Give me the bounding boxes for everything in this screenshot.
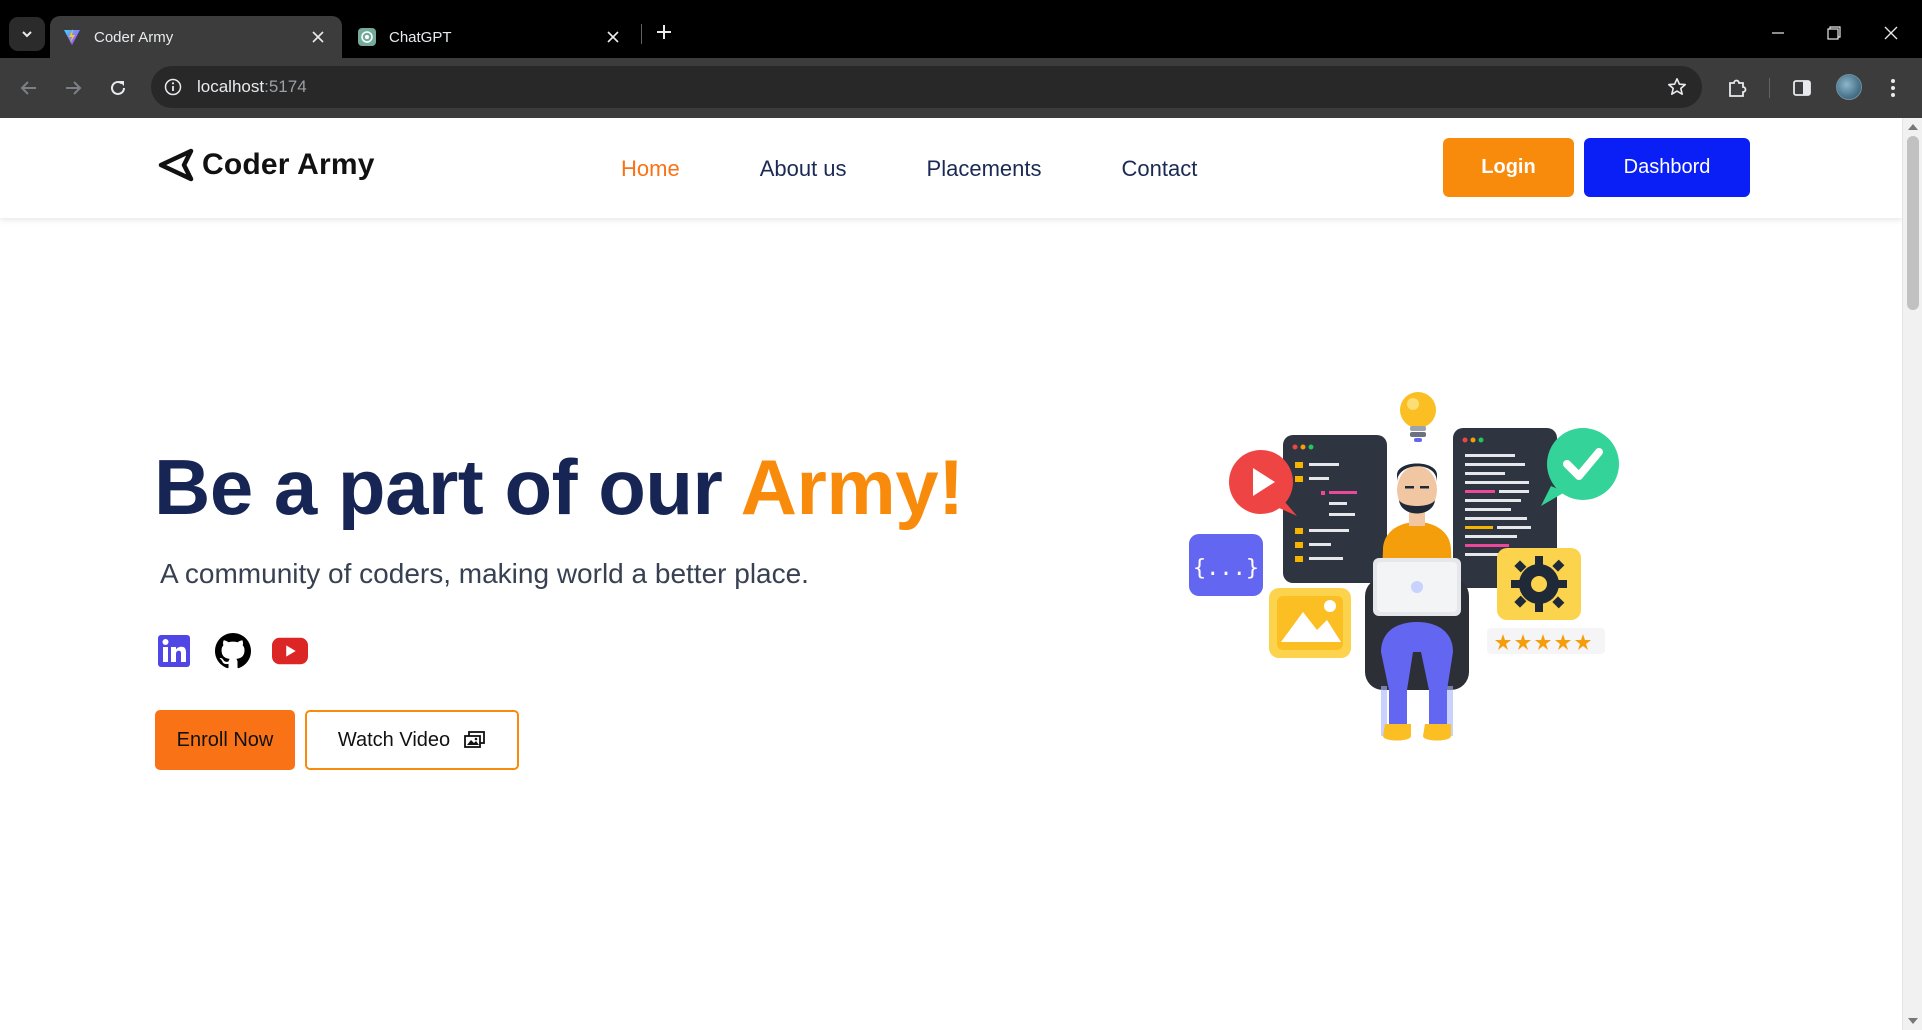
forward-button[interactable] — [58, 73, 88, 103]
browser-tabstrip: Coder Army ChatGPT — [0, 0, 1922, 58]
github-icon[interactable] — [215, 633, 251, 669]
tab-coder-army[interactable]: Coder Army — [50, 16, 342, 58]
scrollbar-thumb[interactable] — [1907, 136, 1919, 310]
reload-icon — [111, 80, 125, 95]
back-button[interactable] — [14, 73, 44, 103]
profile-avatar[interactable] — [1836, 74, 1862, 100]
scroll-down-arrow-icon[interactable] — [1908, 1018, 1918, 1024]
close-icon[interactable] — [603, 27, 623, 47]
chatgpt-icon — [357, 27, 377, 47]
code-window-left-icon — [1283, 435, 1387, 583]
reload-button[interactable] — [103, 73, 133, 103]
page-scrollbar[interactable] — [1902, 118, 1922, 1030]
login-button[interactable]: Login — [1443, 138, 1574, 197]
linkedin-icon[interactable] — [156, 633, 192, 669]
extensions-icon[interactable] — [1724, 75, 1750, 101]
plus-icon — [657, 25, 671, 39]
image-card-icon — [1269, 588, 1351, 658]
arrow-right-icon — [66, 81, 82, 95]
site-header: Coder Army Home About us Placements Cont… — [0, 118, 1902, 218]
new-tab-button[interactable] — [652, 20, 676, 44]
logo-text: Coder Army — [202, 148, 375, 181]
site-info-icon[interactable] — [163, 77, 183, 97]
rating-stars-icon — [1487, 628, 1605, 654]
tab-title: Coder Army — [94, 28, 174, 46]
nav-about-us[interactable]: About us — [760, 156, 847, 182]
toolbar-divider — [1769, 78, 1770, 98]
watch-video-label: Watch Video — [337, 728, 451, 751]
nav-home[interactable]: Home — [621, 156, 680, 182]
browser-toolbar: localhost:5174 — [0, 58, 1922, 118]
minimize-icon — [1772, 32, 1784, 34]
developer-illustration: {...} — [1189, 392, 1619, 741]
main-nav: Home About us Placements Contact — [621, 156, 1197, 182]
restore-icon — [1827, 26, 1841, 40]
vite-icon — [62, 27, 82, 47]
side-panel-icon[interactable] — [1789, 75, 1815, 101]
bookmark-star-icon[interactable] — [1666, 76, 1688, 98]
url-text: localhost:5174 — [197, 77, 307, 96]
tab-chatgpt[interactable]: ChatGPT — [345, 16, 637, 58]
arrow-left-icon — [20, 81, 36, 95]
lightbulb-icon — [1400, 392, 1436, 442]
logo-arrow-icon — [158, 148, 194, 182]
enroll-now-button[interactable]: Enroll Now — [155, 710, 295, 770]
hero-subtitle: A community of coders, making world a be… — [160, 558, 809, 589]
close-icon[interactable] — [308, 27, 328, 47]
video-gallery-icon — [464, 730, 486, 750]
address-bar[interactable]: localhost:5174 — [151, 66, 1702, 108]
nav-placements[interactable]: Placements — [927, 156, 1042, 182]
minimize-button[interactable] — [1763, 18, 1793, 48]
youtube-icon[interactable] — [272, 633, 308, 669]
watch-video-button[interactable]: Watch Video — [305, 710, 519, 770]
scroll-up-arrow-icon[interactable] — [1908, 124, 1918, 130]
code-braces-icon: {...} — [1189, 534, 1263, 596]
hero-title-accent: Army! — [740, 443, 964, 531]
gear-card-icon — [1497, 548, 1581, 620]
window-close-button[interactable] — [1876, 18, 1906, 48]
tab-separator — [641, 24, 642, 44]
close-icon — [1884, 26, 1898, 40]
site-logo[interactable]: Coder Army — [158, 148, 375, 182]
nav-contact[interactable]: Contact — [1121, 156, 1197, 182]
dashboard-button[interactable]: Dashbord — [1584, 138, 1750, 197]
restore-button[interactable] — [1819, 18, 1849, 48]
more-menu-icon[interactable] — [1880, 75, 1906, 101]
hero-title: Be a part of our Army! — [154, 443, 964, 531]
chevron-down-icon — [22, 31, 32, 38]
svg-text:{...}: {...} — [1193, 556, 1259, 581]
tab-title: ChatGPT — [389, 28, 452, 46]
page-viewport: Coder Army Home About us Placements Cont… — [0, 118, 1922, 1030]
tab-search-button[interactable] — [9, 17, 45, 51]
social-links — [156, 633, 329, 669]
